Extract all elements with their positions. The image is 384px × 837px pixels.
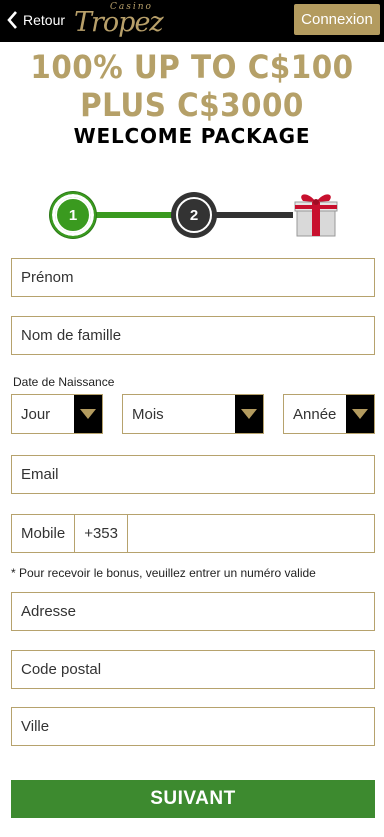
dob-month-value: Mois [132,405,164,423]
step-1-indicator: 1 [50,192,96,238]
email-placeholder: Email [21,466,59,483]
back-button[interactable]: Retour [6,9,65,31]
postal-code-placeholder: Code postal [21,661,102,678]
address-placeholder: Adresse [21,603,77,620]
dropdown-arrow-icon [74,395,102,433]
last-name-placeholder: Nom de famille [21,327,122,344]
top-bar: Retour Casino Tropez Connexion [0,0,384,42]
city-input[interactable]: Ville [11,707,375,746]
dob-label: Date de Naissance [13,375,115,389]
dob-month-select[interactable]: Mois [122,394,264,434]
dob-year-value: Année [293,405,337,423]
mobile-label: Mobile [12,515,76,552]
stepper-track-complete [95,212,175,218]
promo-headline: 100% UP TO C$100 [30,48,354,86]
dropdown-arrow-icon [235,395,263,433]
signup-stepper: 1 2 [0,190,384,242]
back-label: Retour [23,12,66,28]
stepper-track-pending [215,212,293,218]
mobile-field[interactable]: Mobile +353 [11,514,375,553]
next-button[interactable]: SUIVANT [11,780,375,818]
last-name-input[interactable]: Nom de famille [11,316,375,355]
promo-subheadline: PLUS C$3000 [80,86,304,124]
postal-code-input[interactable]: Code postal [11,650,375,689]
first-name-input[interactable]: Prénom [11,258,375,297]
logo-main-text: Tropez [74,7,164,38]
mobile-prefix[interactable]: +353 [75,515,128,552]
login-button[interactable]: Connexion [294,4,380,35]
dob-year-select[interactable]: Année [283,394,375,434]
dob-day-value: Jour [21,405,51,423]
city-placeholder: Ville [21,718,50,735]
first-name-placeholder: Prénom [21,269,74,286]
address-input[interactable]: Adresse [11,592,375,631]
step-2-indicator: 2 [171,192,217,238]
dropdown-arrow-icon [346,395,374,433]
email-input[interactable]: Email [11,455,375,494]
casino-logo[interactable]: Casino Tropez [72,2,164,38]
promo-package-label: WELCOME PACKAGE [73,124,311,148]
mobile-bonus-note: * Pour recevoir le bonus, veuillez entre… [11,566,316,580]
step-2-number: 2 [189,206,199,224]
mobile-number-input[interactable] [128,515,374,552]
step-1-number: 1 [68,206,78,224]
gift-icon [293,190,339,238]
chevron-left-icon [6,9,20,31]
dob-day-select[interactable]: Jour [11,394,103,434]
